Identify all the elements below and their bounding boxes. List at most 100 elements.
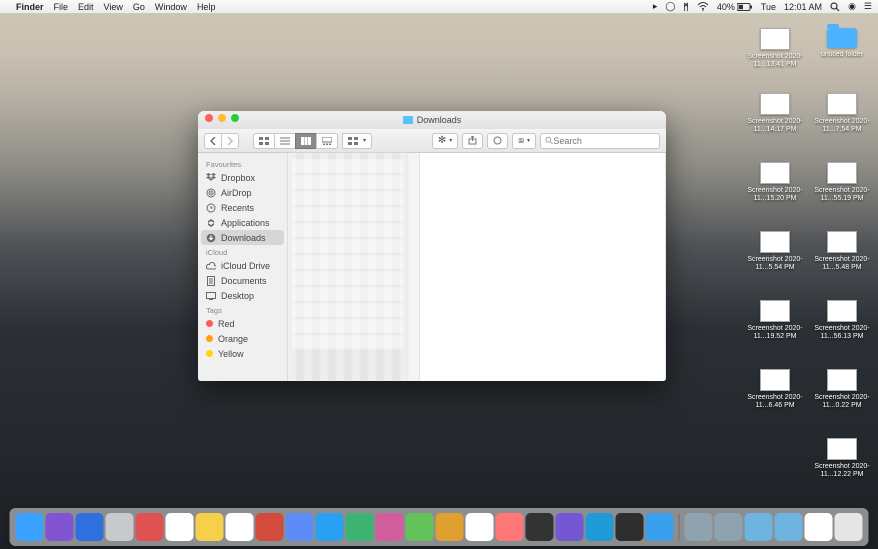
menubar-extra-icon[interactable]: ᛗ	[683, 2, 688, 12]
sidebar-item-label: Yellow	[218, 349, 244, 359]
list-view-button[interactable]	[274, 133, 295, 149]
finder-window[interactable]: Downloads ▾ ✻▾ ⧈▾	[198, 111, 666, 381]
dock-item-icon[interactable]	[685, 513, 713, 541]
menu-edit[interactable]: Edit	[78, 2, 94, 12]
action-button[interactable]: ✻▾	[432, 133, 458, 149]
column-2[interactable]	[408, 153, 420, 381]
forward-button[interactable]	[221, 133, 239, 149]
dock-app-icon[interactable]	[196, 513, 224, 541]
battery-status[interactable]: 40%	[717, 2, 753, 12]
desktop-icon[interactable]: Screenshot 2020-11...15.20 PM	[745, 162, 805, 202]
dock-app-icon[interactable]	[166, 513, 194, 541]
app-menu[interactable]: Finder	[16, 2, 44, 12]
menubar-extra-icon[interactable]: ◯	[665, 1, 675, 12]
zoom-button[interactable]	[231, 114, 239, 122]
menubar-time[interactable]: 12:01 AM	[784, 2, 822, 12]
sidebar-item-airdrop[interactable]: AirDrop	[198, 185, 287, 200]
dock-app-icon[interactable]	[226, 513, 254, 541]
sidebar-item-label: Dropbox	[221, 173, 255, 183]
dock-app-icon[interactable]	[106, 513, 134, 541]
close-button[interactable]	[205, 114, 213, 122]
menu-help[interactable]: Help	[197, 2, 216, 12]
dock-item-icon[interactable]	[775, 513, 803, 541]
search-input[interactable]	[553, 136, 655, 146]
menubar-extra-icon[interactable]: ◉	[848, 1, 856, 12]
column-view-button[interactable]	[295, 133, 316, 149]
menu-view[interactable]: View	[104, 2, 123, 12]
group-button[interactable]: ▾	[342, 133, 372, 149]
dock-app-icon[interactable]	[316, 513, 344, 541]
desktop-icon[interactable]: Screenshot 2020-11...19.52 PM	[745, 300, 805, 340]
dock-app-icon[interactable]	[376, 513, 404, 541]
apps-icon	[206, 218, 216, 228]
window-titlebar[interactable]: Downloads	[198, 111, 666, 129]
file-thumbnail	[827, 369, 857, 391]
dock-item-icon[interactable]	[805, 513, 833, 541]
sidebar-item-documents[interactable]: Documents	[198, 273, 287, 288]
desktop-icon[interactable]: Screenshot 2020-11...0.22 PM	[812, 369, 872, 409]
spotlight-icon[interactable]	[830, 2, 840, 12]
tag-item-orange[interactable]: Orange	[198, 331, 287, 346]
dock-app-icon[interactable]	[256, 513, 284, 541]
minimize-button[interactable]	[218, 114, 226, 122]
column-3[interactable]	[420, 153, 666, 381]
dock-app-icon[interactable]	[346, 513, 374, 541]
dock-item-icon[interactable]	[745, 513, 773, 541]
tag-item-yellow[interactable]: Yellow	[198, 346, 287, 361]
desktop-icon[interactable]: Screenshot 2020-11...55.19 PM	[812, 162, 872, 202]
desktop-icon-label: untitled folder	[812, 51, 872, 59]
tag-item-red[interactable]: Red	[198, 316, 287, 331]
dock-app-icon[interactable]	[646, 513, 674, 541]
desktop-icon[interactable]: Screenshot 2020-11...14.17 PM	[745, 93, 805, 133]
dock-app-icon[interactable]	[586, 513, 614, 541]
desktop-icon[interactable]: Screenshot 2020-11...13.41 PM	[745, 28, 805, 68]
dock-app-icon[interactable]	[46, 513, 74, 541]
desktop-icon[interactable]: untitled folder	[812, 28, 872, 59]
sidebar-item-dropbox[interactable]: Dropbox	[198, 170, 287, 185]
dock-app-icon[interactable]	[286, 513, 314, 541]
icloud-heading: iCloud	[198, 245, 287, 258]
desktop-icon[interactable]: Screenshot 2020-11...56.13 PM	[812, 300, 872, 340]
menubar-extra-icon[interactable]: ▸	[653, 1, 658, 12]
column-1[interactable]	[288, 153, 408, 381]
dock-app-icon[interactable]	[616, 513, 644, 541]
dock-item-icon[interactable]	[835, 513, 863, 541]
dock-app-icon[interactable]	[466, 513, 494, 541]
desktop-icon[interactable]: Screenshot 2020-11...12.22 PM	[812, 438, 872, 478]
share-button[interactable]	[462, 133, 483, 149]
finder-content	[288, 153, 666, 381]
dock-app-icon[interactable]	[406, 513, 434, 541]
dock-app-icon[interactable]	[526, 513, 554, 541]
menu-window[interactable]: Window	[155, 2, 187, 12]
sidebar-item-desktop[interactable]: Desktop	[198, 288, 287, 303]
dock-item-icon[interactable]	[715, 513, 743, 541]
sidebar-item-applications[interactable]: Applications	[198, 215, 287, 230]
wifi-icon[interactable]	[697, 2, 709, 11]
back-button[interactable]	[204, 133, 221, 149]
dock-app-icon[interactable]	[436, 513, 464, 541]
dock-app-icon[interactable]	[496, 513, 524, 541]
sidebar-item-recents[interactable]: Recents	[198, 200, 287, 215]
tags-button[interactable]	[487, 133, 508, 149]
dropbox-toolbar-button[interactable]: ⧈▾	[512, 133, 536, 149]
icon-view-button[interactable]	[253, 133, 274, 149]
sidebar-item-downloads[interactable]: Downloads	[201, 230, 284, 245]
menu-go[interactable]: Go	[133, 2, 145, 12]
search-field[interactable]	[540, 133, 660, 149]
menubar-day[interactable]: Tue	[761, 2, 776, 12]
desktop-icon-label: Screenshot 2020-11...5.48 PM	[812, 256, 872, 271]
notification-center-icon[interactable]: ☰	[864, 1, 872, 12]
desktop-icon[interactable]: Screenshot 2020-11...5.48 PM	[812, 231, 872, 271]
dock-app-icon[interactable]	[16, 513, 44, 541]
desktop-icon[interactable]: Screenshot 2020-11...6.46 PM	[745, 369, 805, 409]
desktop-icon[interactable]: Screenshot 2020-11...7.54 PM	[812, 93, 872, 133]
desktop: Finder File Edit View Go Window Help ▸ ◯…	[0, 0, 878, 549]
dock-app-icon[interactable]	[556, 513, 584, 541]
gallery-view-button[interactable]	[316, 133, 338, 149]
sidebar-item-icloud-drive[interactable]: iCloud Drive	[198, 258, 287, 273]
menu-file[interactable]: File	[54, 2, 69, 12]
dock-app-icon[interactable]	[136, 513, 164, 541]
file-thumbnail	[827, 231, 857, 253]
desktop-icon[interactable]: Screenshot 2020-11...5.54 PM	[745, 231, 805, 271]
dock-app-icon[interactable]	[76, 513, 104, 541]
